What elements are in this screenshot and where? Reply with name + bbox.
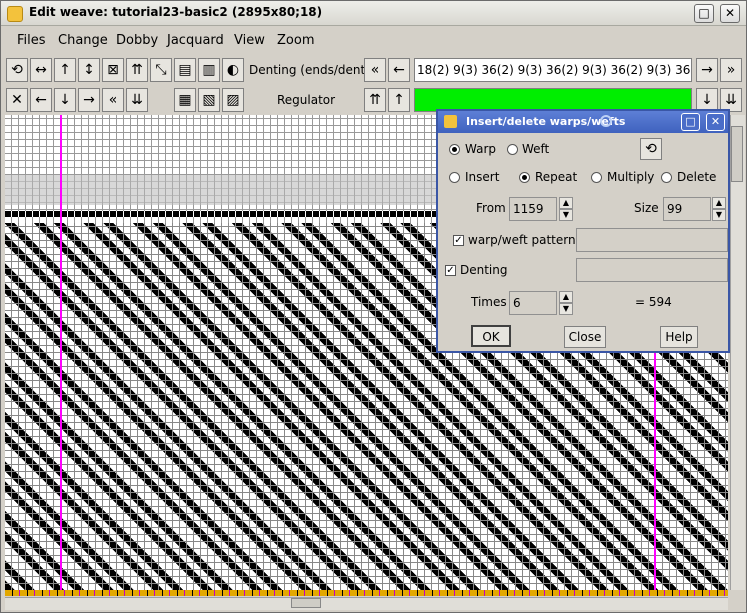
denting-sequence-field[interactable]: 18(2) 9(3) 36(2) 9(3) 36(2) 9(3) 36(2) 9… <box>414 58 692 82</box>
dialog-title-bar: Insert/delete warps/wefts □ ✕ <box>438 111 728 133</box>
toolbar-up-fast-icon[interactable]: ⇈ <box>126 58 148 82</box>
toolbar-up-icon[interactable]: ↑ <box>54 58 76 82</box>
menu-view[interactable]: View <box>234 33 265 48</box>
maximize-button[interactable]: □ <box>694 4 714 23</box>
toolbar-flip-horizontal-icon[interactable]: ↔ <box>30 58 52 82</box>
regulator-up-fast-icon[interactable]: ⇈ <box>364 88 386 112</box>
from-down-icon[interactable]: ▼ <box>559 209 573 221</box>
ok-button[interactable]: OK <box>471 325 511 347</box>
size-label: Size <box>634 201 659 215</box>
weft-radio[interactable] <box>507 144 518 155</box>
denting-option-label: Denting <box>460 263 508 277</box>
menu-zoom[interactable]: Zoom <box>277 33 314 48</box>
regulator-label: Regulator <box>277 93 336 107</box>
dialog-sticky-icon[interactable] <box>600 115 612 127</box>
dialog-app-icon <box>444 115 457 128</box>
dialog-close-button[interactable]: ✕ <box>706 113 725 131</box>
times-up-icon[interactable]: ▲ <box>559 291 573 303</box>
horizontal-scrollbar[interactable] <box>5 597 728 610</box>
from-label: From <box>476 201 506 215</box>
denting-next-icon[interactable]: → <box>696 58 718 82</box>
toolbar-invert-icon[interactable]: ⊠ <box>102 58 124 82</box>
repeat-label: Repeat <box>535 170 578 184</box>
toolbar-left-fast-icon[interactable]: « <box>102 88 124 112</box>
toolbar-clear-icon[interactable]: ✕ <box>6 88 28 112</box>
delete-radio[interactable] <box>661 172 672 183</box>
denting-last-icon[interactable]: » <box>720 58 742 82</box>
vertical-scroll-thumb[interactable] <box>731 126 743 182</box>
title-bar: Edit weave: tutorial23-basic2 (2895x80;1… <box>1 1 746 26</box>
toolbar-steps-reverse-icon[interactable]: ▥ <box>198 58 220 82</box>
menu-dobby[interactable]: Dobby <box>116 33 158 48</box>
regulator-up-icon[interactable]: ↑ <box>388 88 410 112</box>
vertical-scrollbar[interactable] <box>730 115 745 590</box>
toolbar-right-icon[interactable]: → <box>78 88 100 112</box>
app-icon <box>7 6 23 22</box>
toolbar-diagonal-icon[interactable]: ⤡ <box>150 58 172 82</box>
swap-direction-icon[interactable]: ⟲ <box>640 138 662 160</box>
size-up-icon[interactable]: ▲ <box>712 197 726 209</box>
toolbar-checker-icon[interactable]: ▨ <box>222 88 244 112</box>
pattern-marker-right <box>654 353 656 590</box>
close-button[interactable]: ✕ <box>720 4 740 23</box>
multiply-radio[interactable] <box>591 172 602 183</box>
denting-input[interactable] <box>576 258 728 282</box>
multiply-label: Multiply <box>607 170 655 184</box>
toolbar-steps-icon[interactable]: ▤ <box>174 58 196 82</box>
denting-checkbox[interactable]: ✓ <box>445 265 456 276</box>
toolbar-staircase-reverse-icon[interactable]: ▧ <box>198 88 220 112</box>
toolbar-half-icon[interactable]: ◐ <box>222 58 244 82</box>
repeat-radio[interactable] <box>519 172 530 183</box>
toolbar-flip-vertical-icon[interactable]: ↕ <box>78 58 100 82</box>
menu-jacquard[interactable]: Jacquard <box>167 33 224 48</box>
treadling-band <box>5 175 437 205</box>
insert-delete-dialog: Insert/delete warps/wefts □ ✕ Warp Weft … <box>436 109 730 353</box>
denting-prev-icon[interactable]: ← <box>388 58 410 82</box>
denting-label: Denting (ends/dent) <box>249 63 370 77</box>
times-result: = 594 <box>635 295 672 309</box>
help-button[interactable]: Help <box>660 326 698 348</box>
color-ruler <box>5 590 728 596</box>
warp-radio[interactable] <box>449 144 460 155</box>
dialog-maximize-button[interactable]: □ <box>681 113 700 131</box>
menu-change[interactable]: Change <box>58 33 108 48</box>
size-input[interactable]: 99 <box>663 197 711 221</box>
from-up-icon[interactable]: ▲ <box>559 197 573 209</box>
times-down-icon[interactable]: ▼ <box>559 303 573 315</box>
menu-bar: Files Change Dobby Jacquard View Zoom <box>1 28 746 53</box>
insert-label: Insert <box>465 170 500 184</box>
toolbar-rotate-icon[interactable]: ⟲ <box>6 58 28 82</box>
delete-label: Delete <box>677 170 717 184</box>
horizontal-scroll-thumb[interactable] <box>291 598 321 608</box>
close-dialog-button[interactable]: Close <box>564 326 606 348</box>
threading-row <box>5 211 437 217</box>
warp-label: Warp <box>465 142 497 156</box>
pattern-checkbox[interactable]: ✓ <box>453 235 464 246</box>
size-down-icon[interactable]: ▼ <box>712 209 726 221</box>
pattern-label: warp/weft pattern <box>468 233 576 247</box>
main-window: Edit weave: tutorial23-basic2 (2895x80;1… <box>0 0 747 613</box>
times-input[interactable]: 6 <box>509 291 557 315</box>
menu-files[interactable]: Files <box>17 33 46 48</box>
insert-radio[interactable] <box>449 172 460 183</box>
pattern-input[interactable] <box>576 228 728 252</box>
window-title: Edit weave: tutorial23-basic2 (2895x80;1… <box>29 5 323 19</box>
pattern-marker-left <box>60 115 62 590</box>
toolbar-down-icon[interactable]: ↓ <box>54 88 76 112</box>
toolbar-down-fast-icon[interactable]: ⇊ <box>126 88 148 112</box>
from-input[interactable]: 1159 <box>509 197 557 221</box>
toolbar-left-icon[interactable]: ← <box>30 88 52 112</box>
denting-first-icon[interactable]: « <box>364 58 386 82</box>
dobby-grid[interactable] <box>5 115 437 223</box>
weft-label: Weft <box>522 142 550 156</box>
times-label: Times <box>471 295 507 309</box>
toolbar-staircase-icon[interactable]: ▦ <box>174 88 196 112</box>
